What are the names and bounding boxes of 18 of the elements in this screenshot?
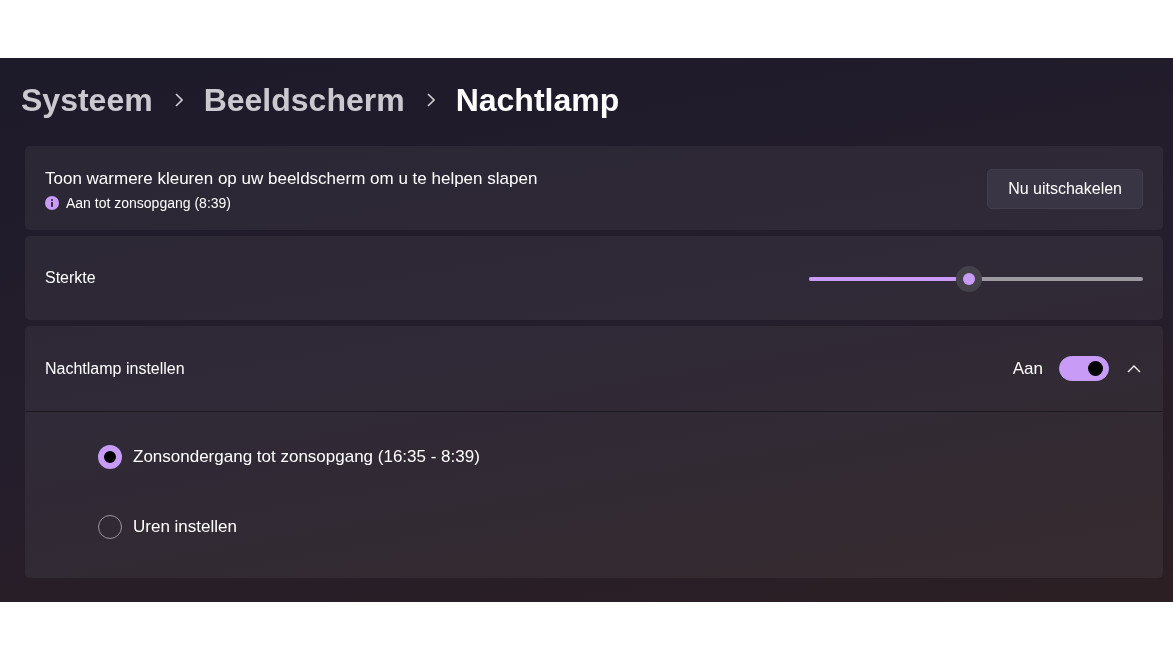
page-title: Nachtlamp: [455, 81, 620, 119]
turn-off-button[interactable]: Nu uitschakelen: [987, 169, 1143, 209]
radio-label: Zonsondergang tot zonsopgang (16:35 - 8:39): [133, 447, 480, 467]
radio-button[interactable]: [98, 445, 122, 469]
toggle-state-text: Aan: [1012, 358, 1043, 379]
slider-thumb[interactable]: [956, 266, 983, 292]
breadcrumb-link[interactable]: Systeem: [21, 81, 153, 119]
schedule-label: Nachtlamp instellen: [45, 359, 185, 378]
status-text: Aan tot zonsopgang (8:39): [66, 195, 231, 211]
radio-label: Uren instellen: [133, 517, 237, 537]
info-icon: [45, 196, 59, 210]
strength-label: Sterkte: [45, 269, 96, 287]
description-text: Toon warmere kleuren op uw beeldscherm om u te helpen slapen: [45, 169, 538, 189]
breadcrumb-link[interactable]: Beeldscherm: [203, 81, 405, 119]
chevron-right-icon: [174, 93, 183, 107]
chevron-up-icon[interactable]: [1127, 364, 1141, 373]
toggle-switch[interactable]: [1059, 356, 1109, 381]
chevron-right-icon: [426, 93, 435, 107]
